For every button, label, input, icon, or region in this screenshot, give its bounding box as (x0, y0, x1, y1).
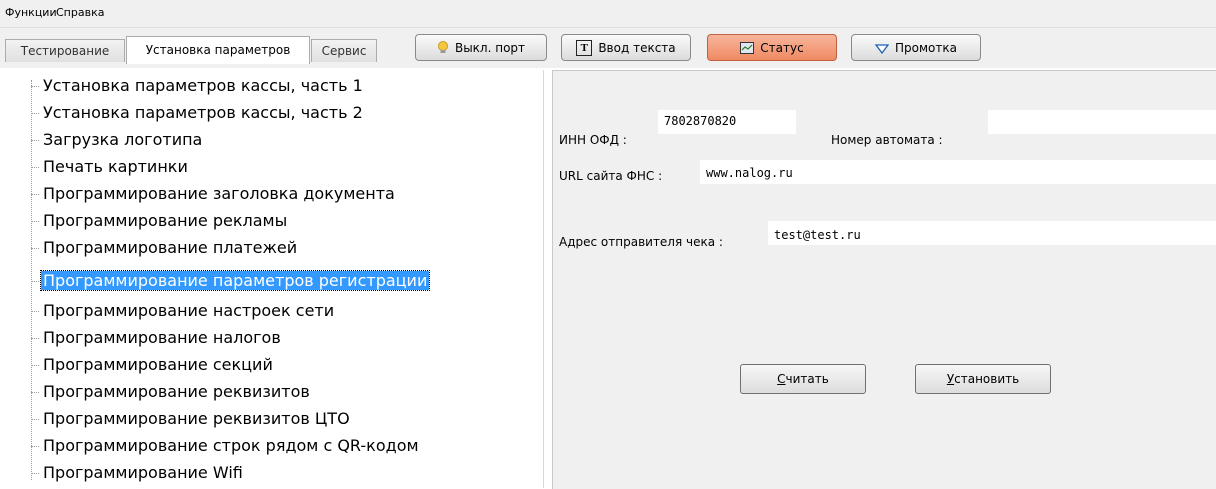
feed-label: Промотка (895, 40, 957, 55)
read-button[interactable]: Считать (740, 364, 866, 394)
status-label: Статус (760, 40, 804, 55)
set-button[interactable]: Установить (915, 364, 1051, 394)
tree-item[interactable]: Программирование строк рядом с QR-кодом (31, 434, 421, 458)
text-input-button[interactable]: T Ввод текста (561, 34, 691, 61)
inn-ofd-label: ИНН ОФД : (559, 133, 627, 147)
machine-number-input[interactable] (988, 110, 1216, 134)
fns-url-label: URL сайта ФНС : (559, 169, 663, 183)
lightbulb-icon (437, 40, 449, 55)
tree-item[interactable]: Печать картинки (31, 155, 190, 179)
tree-item[interactable]: Программирование секций (31, 353, 275, 377)
read-button-mnemonic: С (777, 372, 786, 386)
registration-params-panel: ИНН ОФД : 7802870820 Номер автомата : UR… (552, 70, 1216, 489)
feed-button[interactable]: Промотка (851, 34, 981, 61)
read-button-label: читать (785, 372, 829, 386)
sender-address-label: Адрес отправителя чека : (559, 235, 723, 249)
monitor-icon (740, 41, 755, 54)
tree-item[interactable]: Программирование настроек сети (31, 299, 336, 323)
tree-item[interactable]: Программирование рекламы (31, 209, 289, 233)
tab-settings[interactable]: Установка параметров (126, 36, 310, 64)
tab-testing[interactable]: Тестирование (5, 39, 125, 62)
tree-item[interactable]: Программирование налогов (31, 326, 283, 350)
text-input-label: Ввод текста (598, 40, 676, 55)
set-button-label: становить (954, 372, 1020, 386)
tree-item[interactable]: Программирование реквизитов ЦТО (31, 407, 352, 431)
tree-item[interactable]: Программирование заголовка документа (31, 182, 397, 206)
fns-url-input[interactable]: www.nalog.ru (700, 160, 1216, 184)
settings-tree[interactable]: Установка параметров кассы, часть 1 Уста… (8, 70, 544, 488)
tab-service[interactable]: Сервис (311, 39, 377, 62)
inn-ofd-input[interactable]: 7802870820 (658, 110, 796, 134)
port-off-label: Выкл. порт (454, 40, 526, 55)
tree-item[interactable]: Установка параметров кассы, часть 2 (31, 101, 365, 125)
text-t-icon: T (576, 39, 593, 56)
triangle-down-icon (874, 43, 890, 54)
sender-address-input[interactable]: test@test.ru (768, 221, 1216, 245)
tree-item[interactable]: Программирование реквизитов (31, 380, 312, 404)
toolbar: Тестирование Установка параметров Сервис… (0, 28, 1216, 68)
set-button-mnemonic: У (946, 372, 955, 386)
machine-number-label: Номер автомата : (831, 133, 943, 147)
port-off-button[interactable]: Выкл. порт (415, 34, 547, 61)
tree-item[interactable]: Установка параметров кассы, часть 1 (31, 74, 365, 98)
tree-item[interactable]: Программирование Wifi (31, 461, 245, 485)
tree-item-selected[interactable]: Программирование параметров регистрации (31, 269, 431, 293)
status-button[interactable]: Статус (707, 34, 837, 61)
menu-bar: Функции Справка (0, 0, 1216, 28)
tree-item[interactable]: Загрузка логотипа (31, 128, 204, 152)
menu-help[interactable]: Справка (56, 6, 104, 19)
menu-functions[interactable]: Функции (5, 6, 57, 19)
tree-item[interactable]: Программирование платежей (31, 236, 299, 260)
